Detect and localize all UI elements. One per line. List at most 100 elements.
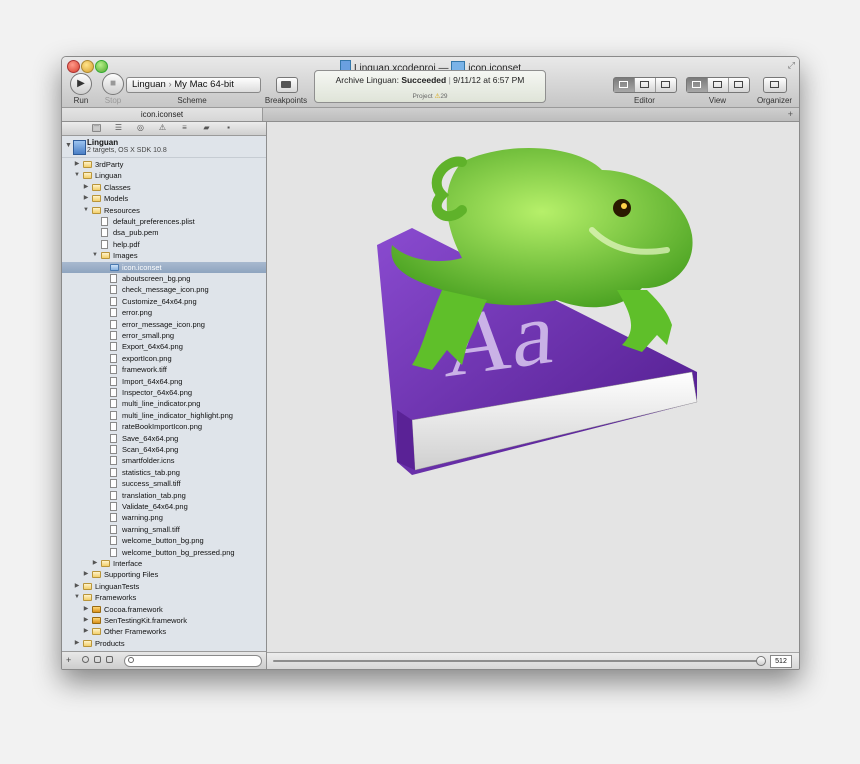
search-icon[interactable]: ◎	[136, 124, 145, 132]
disclosure-open-icon[interactable]: ▼	[65, 142, 72, 149]
scm-status-icon[interactable]	[94, 656, 101, 663]
file-tree-row[interactable]: multi_line_indicator.png	[62, 398, 266, 409]
file-tree-row[interactable]: ▼ Frameworks	[62, 592, 266, 603]
activity-viewer: Archive Linguan: Succeeded | 9/11/12 at …	[314, 70, 546, 103]
file-tree-row[interactable]: ▶ Classes	[62, 182, 266, 193]
disclosure-closed-icon[interactable]: ▶	[83, 604, 89, 615]
file-tree-row[interactable]: framework.tiff	[62, 364, 266, 375]
file-tree-row[interactable]: dsa_pub.pem	[62, 227, 266, 238]
project-root-row[interactable]: ▼ Linguan 2 targets, OS X SDK 10.8	[62, 136, 266, 158]
disclosure-open-icon[interactable]: ▼	[74, 592, 80, 603]
file-tree-row[interactable]: ▶ Interface	[62, 558, 266, 569]
file-tree-row[interactable]: Scan_64x64.png	[62, 444, 266, 455]
toggle-debug-area-button[interactable]	[708, 78, 729, 92]
toggle-utilities-button[interactable]	[729, 78, 749, 92]
stop-label: Stop	[104, 96, 122, 105]
zoom-slider-knob[interactable]	[756, 656, 766, 666]
file-tree-row[interactable]: welcome_button_bg_pressed.png	[62, 547, 266, 558]
disclosure-closed-icon[interactable]: ▶	[83, 626, 89, 637]
disclosure-closed-icon[interactable]: ▶	[83, 569, 89, 580]
file-tree-row[interactable]: success_small.tiff	[62, 478, 266, 489]
disclosure-closed-icon[interactable]: ▶	[83, 193, 89, 204]
file-tree-row[interactable]: ▶ LinguanTests	[62, 581, 266, 592]
file-tree-row[interactable]: check_message_icon.png	[62, 284, 266, 295]
filter-input[interactable]	[124, 655, 262, 667]
disclosure-closed-icon[interactable]: ▶	[92, 558, 98, 569]
file-tree-label: rateBookImportIcon.png	[122, 422, 203, 432]
zoom-value[interactable]: 512	[770, 655, 792, 668]
file-tree-row[interactable]: help.pdf	[62, 239, 266, 250]
file-tree-row[interactable]: ▶ Models	[62, 193, 266, 204]
standard-editor-button[interactable]	[614, 78, 635, 92]
recent-files-icon[interactable]	[82, 656, 89, 663]
file-icon	[110, 296, 117, 306]
file-icon	[110, 502, 117, 511]
file-tree-row[interactable]: ▶ Cocoa.framework	[62, 604, 266, 615]
file-tree-row[interactable]: error.png	[62, 307, 266, 318]
disclosure-closed-icon[interactable]: ▶	[83, 182, 89, 193]
file-tree-label: exportIcon.png	[122, 353, 172, 363]
warning-count[interactable]: 29	[440, 93, 447, 100]
file-tree-row[interactable]: ▶ Products	[62, 638, 266, 649]
assistant-editor-button[interactable]	[635, 78, 656, 92]
file-tree-row[interactable]: Validate_64x64.png	[62, 501, 266, 512]
file-tree-row[interactable]: Save_64x64.png	[62, 433, 266, 444]
disclosure-closed-icon[interactable]: ▶	[74, 638, 80, 649]
file-tree-row[interactable]: Customize_64x64.png	[62, 296, 266, 307]
file-tree-label: warning_small.tiff	[122, 524, 180, 534]
file-tree-row[interactable]: default_preferences.plist	[62, 216, 266, 227]
file-tree-row[interactable]: icon.iconset	[62, 261, 266, 273]
list-icon[interactable]: ≡	[180, 124, 189, 132]
view-segmented	[686, 77, 750, 93]
organizer-button[interactable]	[763, 77, 787, 93]
file-tree-row[interactable]: Export_64x64.png	[62, 341, 266, 352]
file-tree-row[interactable]: multi_line_indicator_highlight.png	[62, 410, 266, 421]
hierarchy-icon[interactable]: ☰	[114, 124, 123, 132]
file-tree-row[interactable]: error_small.png	[62, 330, 266, 341]
file-tree-row[interactable]: smartfolder.icns	[62, 455, 266, 466]
file-tree-row[interactable]: error_message_icon.png	[62, 319, 266, 330]
disclosure-open-icon[interactable]: ▼	[83, 205, 89, 216]
file-tree-label: SenTestingKit.framework	[104, 616, 187, 625]
file-tree-row[interactable]: warning.png	[62, 512, 266, 523]
disclosure-open-icon[interactable]: ▼	[92, 250, 98, 261]
version-editor-button[interactable]	[656, 78, 676, 92]
disclosure-open-icon[interactable]: ▼	[74, 170, 80, 181]
file-tree-row[interactable]: ▼ Linguan	[62, 170, 266, 181]
file-tree-row[interactable]: ▶ Other Frameworks	[62, 626, 266, 637]
file-tree-row[interactable]: ▼ Images	[62, 250, 266, 261]
tab-icon-iconset[interactable]: icon.iconset	[62, 108, 263, 121]
file-tree-row[interactable]: welcome_button_bg.png	[62, 535, 266, 546]
breakpoints-button[interactable]	[276, 77, 298, 93]
file-tree-row[interactable]: translation_tab.png	[62, 490, 266, 501]
file-tree-row[interactable]: ▶ SenTestingKit.framework	[62, 615, 266, 626]
file-tree-row[interactable]: warning_small.tiff	[62, 524, 266, 535]
toggle-navigator-button[interactable]	[687, 78, 708, 92]
warning-icon[interactable]: ⚠	[158, 124, 167, 132]
file-tree-row[interactable]: statistics_tab.png	[62, 467, 266, 478]
run-button[interactable]: ▶	[70, 73, 92, 95]
file-tree-row[interactable]: rateBookImportIcon.png	[62, 421, 266, 432]
file-tree-row[interactable]: aboutscreen_bg.png	[62, 273, 266, 284]
folder-tab-icon[interactable]: ▤	[92, 124, 101, 132]
file-tree-row[interactable]: ▶ 3rdParty	[62, 159, 266, 170]
unsaved-files-icon[interactable]	[106, 656, 113, 663]
fullscreen-icon[interactable]: ⤢	[788, 60, 795, 71]
organizer-label: Organizer	[756, 96, 793, 105]
stop-button[interactable]: ■	[102, 73, 124, 95]
file-tree-row[interactable]: exportIcon.png	[62, 353, 266, 364]
file-tree-row[interactable]: ▼ Resources	[62, 205, 266, 216]
file-tree-row[interactable]: Import_64x64.png	[62, 376, 266, 387]
disclosure-closed-icon[interactable]: ▶	[74, 581, 80, 592]
breakpoint-icon[interactable]: ▰	[202, 124, 211, 132]
file-tree-row[interactable]: ▶ Supporting Files	[62, 569, 266, 580]
file-tree-row[interactable]: Inspector_64x64.png	[62, 387, 266, 398]
add-file-icon[interactable]: +	[66, 655, 71, 665]
zoom-slider-track[interactable]	[273, 660, 763, 662]
add-tab-icon[interactable]: +	[788, 108, 793, 121]
log-icon[interactable]: ▪	[224, 124, 233, 132]
scheme-popup[interactable]: Linguan › My Mac 64-bit	[126, 77, 261, 93]
disclosure-closed-icon[interactable]: ▶	[83, 615, 89, 626]
file-tree-label: statistics_tab.png	[122, 467, 180, 477]
disclosure-closed-icon[interactable]: ▶	[74, 159, 80, 170]
